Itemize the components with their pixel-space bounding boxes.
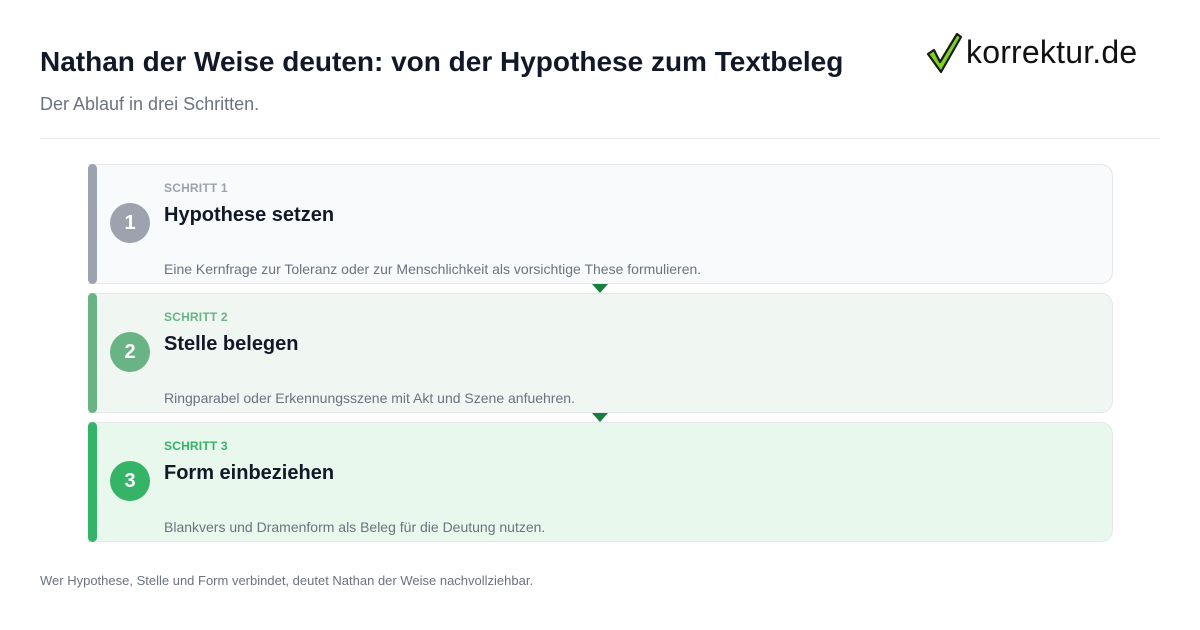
step-number-badge: 2	[110, 332, 150, 372]
arrow-down-icon	[592, 284, 608, 293]
step-card-1: 1 SCHRITT 1 Hypothese setzen Eine Kernfr…	[88, 164, 1113, 284]
step-number-badge: 3	[110, 461, 150, 501]
checkmark-icon	[926, 32, 962, 74]
arrow-down-icon	[592, 413, 608, 422]
page-subtitle: Der Ablauf in drei Schritten.	[40, 94, 260, 114]
step-accent-bar	[88, 293, 97, 413]
step-number-badge: 1	[110, 203, 150, 243]
step-description: Blankvers und Dramenform als Beleg für d…	[164, 519, 546, 535]
step-label: SCHRITT 2	[164, 310, 228, 324]
step-card-3: 3 SCHRITT 3 Form einbeziehen Blankvers u…	[88, 422, 1113, 542]
brand-logo: korrektur.de	[926, 30, 1137, 74]
step-label: SCHRITT 1	[164, 181, 228, 195]
page-title: Nathan der Weise deuten: von der Hypothe…	[40, 46, 844, 77]
step-accent-bar	[88, 422, 97, 542]
step-accent-bar	[88, 164, 97, 284]
footer-note: Wer Hypothese, Stelle und Form verbindet…	[40, 573, 534, 588]
step-title: Hypothese setzen	[164, 204, 335, 226]
step-card-2: 2 SCHRITT 2 Stelle belegen Ringparabel o…	[88, 293, 1113, 413]
brand-name: korrektur.de	[966, 33, 1138, 70]
step-title: Stelle belegen	[164, 333, 299, 355]
step-title: Form einbeziehen	[164, 462, 335, 484]
step-description: Eine Kernfrage zur Toleranz oder zur Men…	[164, 261, 702, 277]
step-label: SCHRITT 3	[164, 439, 228, 453]
step-description: Ringparabel oder Erkennungsszene mit Akt…	[164, 390, 575, 406]
